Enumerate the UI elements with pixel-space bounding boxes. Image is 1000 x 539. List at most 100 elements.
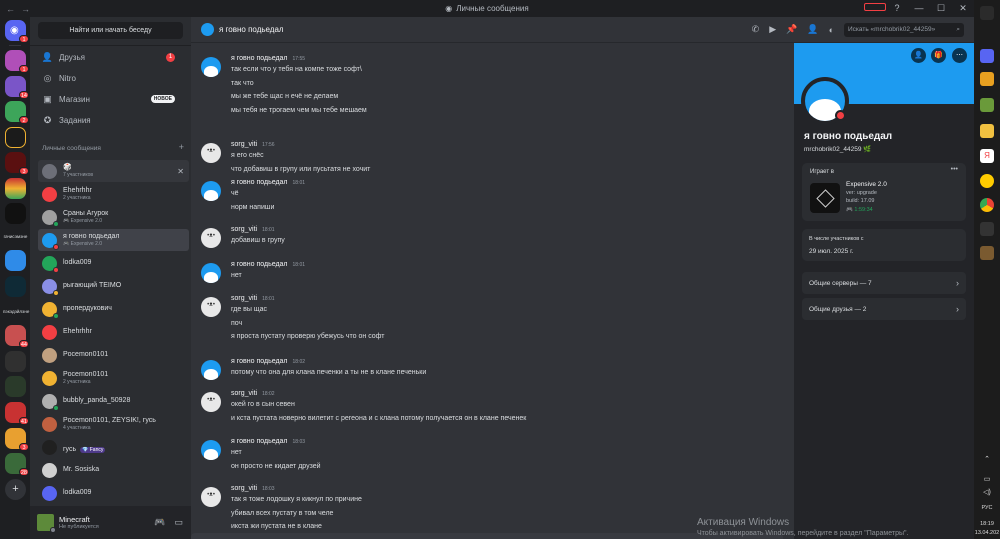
server-icon[interactable] (5, 203, 26, 224)
gift-icon[interactable]: 🎁 (931, 48, 946, 63)
dm-item[interactable]: Pocemon0101, ZEYSIK!, гусь 4 участника (38, 413, 189, 435)
minimize-button[interactable]: — (908, 3, 930, 14)
dm-item[interactable]: гусь 💎 Fancy (38, 436, 189, 458)
message-author[interactable]: я говно подьедал (231, 179, 288, 186)
message-group[interactable]: sorg_viti 18:01 добавиш в групу (201, 226, 781, 254)
message-author[interactable]: я говно подьедал (231, 55, 288, 62)
server-label[interactable]: пэкэдэйлэне (3, 309, 29, 314)
avatar[interactable] (201, 57, 221, 77)
yandex-icon[interactable]: Я (980, 149, 994, 163)
message-author[interactable]: я говно подьедал (231, 358, 288, 365)
add-server-button[interactable]: + (5, 479, 26, 500)
clock-date[interactable]: 13.04.202 (974, 530, 1000, 536)
server-icon[interactable] (5, 276, 26, 297)
avatar[interactable] (201, 440, 221, 460)
screen-share-icon[interactable]: ▭ (174, 517, 183, 528)
close-dm-icon[interactable]: ✕ (177, 167, 184, 176)
minecraft-app-icon[interactable] (980, 246, 994, 260)
inbox-icon[interactable] (864, 3, 886, 14)
message-group[interactable]: sorg_viti 18:02 окей го в сын севен и кста … (201, 390, 781, 431)
message-group[interactable]: я говно подьедал 18:03 нет он просто не кид… (201, 438, 781, 479)
message-author[interactable]: sorg_viti (231, 485, 257, 492)
dm-item[interactable]: Pocemon0101 (38, 344, 189, 366)
mutual-friends-row[interactable]: Общие друзья — 2 › (802, 298, 966, 320)
server-icon[interactable]: 1 (5, 50, 29, 73)
message-group[interactable]: sorg_viti 18:03 так я тоже лодошку я кикну… (201, 485, 781, 533)
nav-shop[interactable]: ▣ Магазин НОВОЕ (38, 90, 183, 108)
server-icon[interactable] (5, 127, 26, 148)
home-dm-button[interactable]: ◉ 1 (5, 20, 29, 43)
language-indicator[interactable]: РУС (974, 505, 1000, 511)
nav-friends[interactable]: 👤 Друзья 1 (38, 48, 183, 66)
message-group[interactable]: я говно подьедал 17:55 так если что у тебя… (201, 55, 781, 123)
yandex-browser-icon[interactable] (980, 174, 994, 188)
dm-item[interactable]: Ehehrhhr 2 участника (38, 183, 189, 205)
dm-item[interactable]: Mr. Sosiska (38, 459, 189, 481)
find-conversation-button[interactable]: Найти или начать беседу (38, 22, 183, 39)
activity-more-icon[interactable]: ••• (951, 166, 958, 173)
dm-item[interactable]: 🎲 7 участников ✕ (38, 160, 189, 182)
phone-call-icon[interactable]: ✆ (752, 24, 760, 35)
tray-icons[interactable]: ⌃ (974, 455, 1000, 463)
pin-icon[interactable]: 📌 (786, 24, 797, 35)
server-icon[interactable] (5, 250, 26, 271)
more-options-icon[interactable]: ⋯ (952, 48, 967, 63)
app-icon[interactable] (980, 98, 994, 112)
volume-icon[interactable]: ◁) (974, 488, 1000, 496)
message-author[interactable]: я говно подьедал (231, 261, 288, 268)
clock-time[interactable]: 18:19 (974, 521, 1000, 527)
message-author[interactable]: sorg_viti (231, 141, 257, 148)
message-group[interactable]: я говно подьедал 18:01 нет (201, 261, 781, 289)
server-icon[interactable]: 44 (5, 325, 29, 348)
avatar[interactable] (201, 143, 221, 163)
video-call-icon[interactable]: ▶ (769, 24, 776, 35)
dm-item[interactable]: lodka009 (38, 482, 189, 504)
avatar[interactable] (37, 514, 56, 533)
dm-item[interactable]: пропердукович (38, 298, 189, 320)
maximize-button[interactable]: ☐ (930, 3, 952, 14)
avatar[interactable] (201, 487, 221, 507)
avatar[interactable] (201, 228, 221, 248)
search-input[interactable]: Искать «mrchobrik02_44259» ⌕ (844, 22, 964, 37)
dm-item[interactable]: bubbly_panda_50928 (38, 390, 189, 412)
dm-item[interactable]: Ehehrhhr (38, 321, 189, 343)
avatar[interactable] (201, 181, 221, 201)
profile-username[interactable]: mrchobrik02_44259 🌿 (804, 145, 871, 153)
message-group[interactable]: я говно подьедал 18:02 потому что она для … (201, 358, 781, 386)
add-friend-icon[interactable]: 👤 (911, 48, 926, 63)
network-icon[interactable]: ▭ (974, 475, 1000, 483)
nav-quests[interactable]: ✪ Задания (38, 111, 183, 129)
profile-toggle-icon[interactable]: ◐ (829, 25, 834, 35)
dm-item[interactable]: Сраны Агурок 🎮 Expensive 2.0 (38, 206, 189, 228)
app-icon[interactable] (980, 72, 994, 86)
dm-item[interactable]: Pocemon0101 2 участника (38, 367, 189, 389)
folder-icon[interactable] (980, 124, 994, 138)
server-icon[interactable]: 14 (5, 76, 29, 99)
message-author[interactable]: sorg_viti (231, 226, 257, 233)
mutual-servers-row[interactable]: Общие серверы — 7 › (802, 272, 966, 294)
chrome-icon[interactable] (980, 198, 994, 212)
close-window-button[interactable]: ✕ (952, 3, 974, 14)
dm-item[interactable]: я говно подьедал 🎮 Expensive 2.0 (38, 229, 189, 251)
avatar[interactable] (201, 392, 221, 412)
nav-nitro[interactable]: ◎ Nitro (38, 69, 183, 87)
message-author[interactable]: sorg_viti (231, 390, 257, 397)
create-dm-button[interactable]: + (179, 142, 184, 152)
message-group[interactable]: sorg_viti 18:01 где вы щас поч я проста пуст… (201, 295, 781, 350)
server-icon[interactable]: 28 (5, 453, 29, 476)
server-icon[interactable]: 41 (5, 402, 29, 425)
help-icon[interactable]: ? (886, 3, 908, 14)
app-icon[interactable] (980, 222, 994, 236)
message-author[interactable]: я говно подьедал (231, 438, 288, 445)
server-icon[interactable]: 3 (5, 428, 29, 451)
add-friends-icon[interactable]: 👤 (807, 24, 818, 35)
avatar[interactable] (201, 263, 221, 283)
message-author[interactable]: sorg_viti (231, 295, 257, 302)
avatar[interactable] (201, 297, 221, 317)
dm-item[interactable]: рыгающий TEIMO (38, 275, 189, 297)
message-group[interactable]: я говно подьедал 18:01 чё норм напиши (201, 179, 781, 220)
dm-item[interactable]: lodka009 (38, 252, 189, 274)
avatar[interactable] (201, 360, 221, 380)
server-icon[interactable]: 2 (5, 101, 29, 124)
discord-app-icon[interactable] (980, 49, 994, 63)
